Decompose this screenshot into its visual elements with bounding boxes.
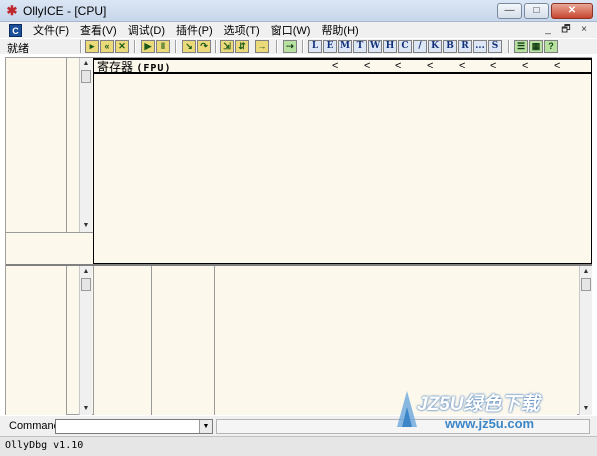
list-icon[interactable]: ☰ [514,40,528,53]
window-title: OllyICE - [CPU] [23,3,107,18]
run-icon[interactable]: ▶ [141,40,155,53]
column-divider [66,266,67,415]
modules-window-button[interactable]: E [323,40,337,53]
scroll-down-icon[interactable]: ▼ [580,403,592,414]
goto-icon[interactable]: ⇢ [283,40,297,53]
call-stack-window-button[interactable]: K [428,40,442,53]
dump-hex-column[interactable] [94,266,151,415]
toolbar-separator [175,40,177,53]
scroll-up-icon[interactable]: ▲ [580,266,592,277]
menu-options[interactable]: 选项(T) [224,22,260,38]
restart-icon[interactable]: « [100,40,114,53]
menu-bar: C 文件(F) 查看(V) 调试(D) 插件(P) 选项(T) 窗口(W) 帮助… [0,22,597,38]
references-window-button[interactable]: R [458,40,472,53]
chevron-left-icon[interactable]: < [522,60,528,73]
registers-pane[interactable]: 寄存器 (FPU) < < < < < < < < [93,58,592,264]
memory-window-button[interactable]: M [338,40,352,53]
menu-plugins[interactable]: 插件(P) [176,22,213,38]
stack-scrollbar[interactable]: ▲ ▼ [579,266,592,415]
command-label: Command [9,420,60,432]
run-trace-window-button[interactable]: ... [473,40,487,53]
chevron-left-icon[interactable]: < [490,60,496,73]
command-result-field [216,419,590,434]
dump-ascii-column[interactable] [152,266,214,415]
chevron-left-icon[interactable]: < [364,60,370,73]
minimize-button[interactable]: — [497,3,522,19]
open-icon[interactable]: ▸ [85,40,99,53]
command-input[interactable]: ▼ [55,419,213,434]
help-icon[interactable]: ? [544,40,558,53]
menu-window[interactable]: 窗口(W) [271,22,311,38]
dump-address-column[interactable] [6,266,66,415]
menu-view[interactable]: 查看(V) [80,22,117,38]
status-bar: OllyDbg v1.10 [0,436,597,456]
bug-icon: ✱ [6,2,18,18]
threads-window-button[interactable]: T [353,40,367,53]
cpu-window-icon[interactable]: C [9,23,22,37]
windows-window-button[interactable]: W [368,40,382,53]
status-label: 就绪 [7,43,29,55]
mdi-close-button[interactable]: × [577,23,591,36]
log-window-button[interactable]: L [308,40,322,53]
registers-header: 寄存器 (FPU) < < < < < < < < [94,60,591,74]
toolbar-separator [508,40,510,53]
dump-scrollbar[interactable]: ▲ ▼ [79,266,92,415]
registers-title: 寄存器 (FPU) [97,60,172,74]
scroll-up-icon[interactable]: ▲ [80,58,92,69]
step-into-icon[interactable]: ↘ [182,40,196,53]
breakpoints-window-button[interactable]: B [443,40,457,53]
menu-file[interactable]: 文件(F) [33,22,69,38]
source-window-button[interactable]: S [488,40,502,53]
chevron-left-icon[interactable]: < [427,60,433,73]
patches-window-button[interactable]: / [413,40,427,53]
toolbar-separator [134,40,136,53]
chevron-left-icon[interactable]: < [332,60,338,73]
scroll-down-icon[interactable]: ▼ [80,403,92,414]
scroll-thumb[interactable] [581,278,591,291]
mdi-minimize-button[interactable]: _ [541,23,555,36]
disassembly-scrollbar[interactable]: ▲ ▼ [79,58,92,232]
info-pane[interactable] [6,233,93,263]
scroll-thumb[interactable] [81,278,91,291]
title-bar[interactable]: ✱ OllyICE - [CPU] — □ ✕ [0,0,597,22]
status-text: OllyDbg v1.10 [5,440,84,451]
trace-into-icon[interactable]: ⇲ [220,40,234,53]
execute-till-return-icon[interactable]: → [255,40,269,53]
pause-icon[interactable]: ‖ [156,40,170,53]
scroll-thumb[interactable] [81,70,91,83]
toolbar-separator [80,40,82,53]
toolbar: 就绪 ▸ « ✕ ▶ ‖ ↘ ↷ ⇲ ⇵ → ⇢ L E M T W H C /… [0,38,597,55]
mdi-restore-button[interactable]: 🗗 [559,23,573,36]
close-button[interactable]: ✕ [551,3,593,19]
menu-debug[interactable]: 调试(D) [128,22,165,38]
close-file-icon[interactable]: ✕ [115,40,129,53]
chevron-left-icon[interactable]: < [554,60,560,73]
chevron-left-icon[interactable]: < [459,60,465,73]
trace-over-icon[interactable]: ⇵ [235,40,249,53]
handles-window-button[interactable]: H [383,40,397,53]
step-over-icon[interactable]: ↷ [197,40,211,53]
scroll-down-icon[interactable]: ▼ [80,220,92,231]
cpu-window: ▲ ▼ 寄存器 (FPU) < < < < < < < < ▲ ▼ ▲ ▼ [5,57,592,415]
chevron-left-icon[interactable]: < [395,60,401,73]
toolbar-separator [302,40,304,53]
maximize-button[interactable]: □ [524,3,549,19]
cpu-window-button[interactable]: C [398,40,412,53]
disassembly-address-column[interactable] [6,58,66,232]
toolbar-separator [276,40,278,53]
toolbar-separator [215,40,217,53]
scroll-up-icon[interactable]: ▲ [80,266,92,277]
stack-pane[interactable] [215,266,577,415]
options-icon[interactable]: ▦ [529,40,543,53]
command-bar: Command ▼ [0,416,597,436]
menu-help[interactable]: 帮助(H) [321,22,358,38]
chevron-down-icon[interactable]: ▼ [199,420,212,433]
column-divider [66,58,67,232]
